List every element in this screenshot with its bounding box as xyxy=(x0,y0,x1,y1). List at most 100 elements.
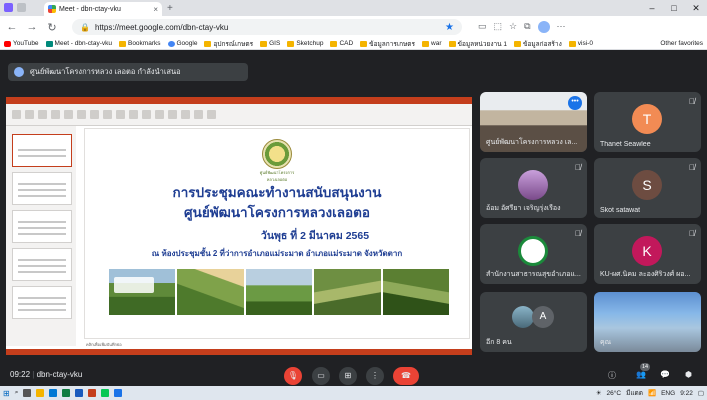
thumb-line xyxy=(18,297,66,299)
extension-icon[interactable]: ⬚ xyxy=(494,21,503,33)
folder-icon xyxy=(448,40,456,47)
ribbon-icon xyxy=(64,110,73,119)
bookmark-item[interactable]: YouTube xyxy=(4,40,39,47)
powerpoint-icon[interactable] xyxy=(88,389,97,397)
health-office-logo-icon xyxy=(518,236,548,266)
other-favorites[interactable]: Other favorites xyxy=(660,40,703,47)
slide-photo xyxy=(314,269,381,315)
bookmark-item[interactable]: Sketchup xyxy=(287,40,323,47)
self-view-tile[interactable]: คุณ xyxy=(594,292,701,352)
bookmark-star-icon[interactable]: ★ xyxy=(445,22,454,33)
back-icon[interactable]: ← xyxy=(6,21,18,33)
bookmark-item[interactable]: Google xyxy=(167,40,198,47)
bookmark-item[interactable]: ข้อมูลหน่วยงาน 1 xyxy=(448,39,507,49)
profile-icon[interactable] xyxy=(4,3,13,12)
mic-toggle-button[interactable]: 🎙 xyxy=(284,367,302,385)
edge-icon[interactable] xyxy=(49,389,58,397)
meeting-time: 09:22 xyxy=(10,370,31,379)
folder-icon xyxy=(287,40,295,47)
ribbon-icon xyxy=(207,110,216,119)
folder-icon xyxy=(422,40,430,47)
notification-icon[interactable]: ▢ xyxy=(698,389,704,397)
chat-icon[interactable]: 💬 xyxy=(660,370,670,379)
folder-icon xyxy=(204,40,212,47)
ribbon-icon xyxy=(181,110,190,119)
minimize-icon[interactable]: – xyxy=(641,0,663,16)
participant-tile[interactable]: 🎙̸ สำนักงานสาธารณสุขอำเภอแ... xyxy=(480,224,587,284)
participant-name: KU-ผศ.นิคม ละองศิริวงศ์ ผอ... xyxy=(600,271,691,278)
task-view-icon[interactable] xyxy=(23,389,32,397)
end-call-button[interactable]: ☎ xyxy=(393,367,419,385)
network-icon[interactable]: 📶 xyxy=(648,389,656,397)
menu-icon[interactable]: ⋯ xyxy=(557,21,566,33)
search-icon[interactable]: ⌕ xyxy=(15,389,19,397)
word-icon[interactable] xyxy=(75,389,84,397)
ribbon-icon xyxy=(168,110,177,119)
slide-thumbnail[interactable] xyxy=(12,286,72,319)
bookmark-label: ข้อมูลก่อสร้าง xyxy=(523,40,562,48)
chrome-icon[interactable] xyxy=(114,389,123,397)
excel-icon[interactable] xyxy=(62,389,71,397)
slide-thumbnail[interactable] xyxy=(12,134,72,167)
reload-icon[interactable]: ↻ xyxy=(46,21,58,34)
camera-toggle-button[interactable]: ▭ xyxy=(312,367,330,385)
maximize-icon[interactable]: □ xyxy=(663,0,685,16)
shared-screen: ศูนย์พัฒนาโครงการหลวงเลอตอ การประชุมคณะท… xyxy=(6,97,472,355)
folder-icon xyxy=(118,40,126,47)
collections-icon[interactable]: ⧉ xyxy=(524,21,530,33)
profile-avatar-icon[interactable] xyxy=(537,21,550,33)
others-tile[interactable]: A อีก 8 คน xyxy=(480,292,587,352)
thumb-line xyxy=(18,195,66,197)
bookmark-item[interactable]: GIS xyxy=(260,40,280,47)
slide-thumbnails xyxy=(6,126,76,346)
bookmark-item[interactable]: CAD xyxy=(330,40,353,47)
lock-icon[interactable]: 🔒 xyxy=(80,23,90,32)
weather-icon[interactable]: ☀ xyxy=(596,389,602,397)
ribbon-icon xyxy=(194,110,203,119)
participant-tile[interactable]: ••• ศูนย์พัฒนาโครงการหลวง เล... xyxy=(480,92,587,152)
bookmark-label: Google xyxy=(176,40,198,47)
browser-navbar: ← → ↻ 🔒 https://meet.google.com/dbn-ctay… xyxy=(0,16,707,38)
present-button[interactable]: ⊞ xyxy=(339,367,357,385)
file-explorer-icon[interactable] xyxy=(36,389,45,397)
favorites-icon[interactable]: ☆ xyxy=(509,21,517,33)
bookmark-item[interactable]: war xyxy=(422,40,442,47)
thumb-line xyxy=(18,189,66,191)
info-icon[interactable]: ⓘ xyxy=(608,370,616,381)
address-bar[interactable]: 🔒 https://meet.google.com/dbn-ctay-vku ★ xyxy=(72,19,462,35)
slide-thumbnail[interactable] xyxy=(12,248,72,281)
new-tab-button[interactable]: + xyxy=(167,2,173,16)
ribbon-icon xyxy=(51,110,60,119)
people-icon[interactable]: 👥 xyxy=(636,370,646,379)
more-options-button[interactable]: ⋮ xyxy=(366,367,384,385)
participant-tile[interactable]: 🎙̸ S Skot satawat xyxy=(594,158,701,218)
powerpoint-titlebar xyxy=(6,97,472,104)
bookmark-item[interactable]: visi-0 xyxy=(568,40,593,47)
line-icon[interactable] xyxy=(101,389,110,397)
windows-start-icon[interactable]: ⊞ xyxy=(3,389,10,398)
tab-actions-icon[interactable] xyxy=(17,3,26,12)
participant-tile[interactable]: 🎙̸ T Thanet Seawlee xyxy=(594,92,701,152)
camera-icon[interactable]: ▭ xyxy=(478,21,487,33)
clock[interactable]: 9:22 xyxy=(680,390,693,397)
tab-meet[interactable]: Meet - dbn-ctay-vku × xyxy=(44,2,162,16)
language-indicator[interactable]: ENG xyxy=(661,390,675,397)
more-options-icon[interactable]: ••• xyxy=(568,96,582,110)
meet-favicon-icon xyxy=(48,5,56,13)
participant-tile[interactable]: 🎙̸ อ้อม อัศรียา เจริญรุ่งเรือง xyxy=(480,158,587,218)
bookmark-item[interactable]: Meet - dbn-ctay-vku xyxy=(45,40,112,47)
bookmark-item[interactable]: Bookmarks xyxy=(118,40,161,47)
bookmark-item[interactable]: อุปกรณ์เกษตร xyxy=(204,39,253,49)
slide-thumbnail[interactable] xyxy=(12,210,72,243)
slide-thumbnail[interactable] xyxy=(12,172,72,205)
system-tray: ☀ 26°C มีแดด 📶 ENG 9:22 ▢ xyxy=(596,388,704,398)
slide-venue: ณ ห้องประชุมชั้น 2 ที่ว่าการอำเภอแม่ระมา… xyxy=(151,249,403,258)
participant-tile[interactable]: 🎙̸ K KU-ผศ.นิคม ละองศิริวงศ์ ผอ... xyxy=(594,224,701,284)
bookmark-item[interactable]: ข้อมูลก่อสร้าง xyxy=(514,39,562,49)
close-tab-icon[interactable]: × xyxy=(153,5,158,14)
activities-icon[interactable]: ⬢ xyxy=(685,370,692,379)
powerpoint-ribbon xyxy=(6,104,472,126)
forward-icon[interactable]: → xyxy=(26,21,38,33)
close-window-icon[interactable]: ✕ xyxy=(685,0,707,16)
bookmark-item[interactable]: ข้อมูลการเกษตร xyxy=(360,39,415,49)
